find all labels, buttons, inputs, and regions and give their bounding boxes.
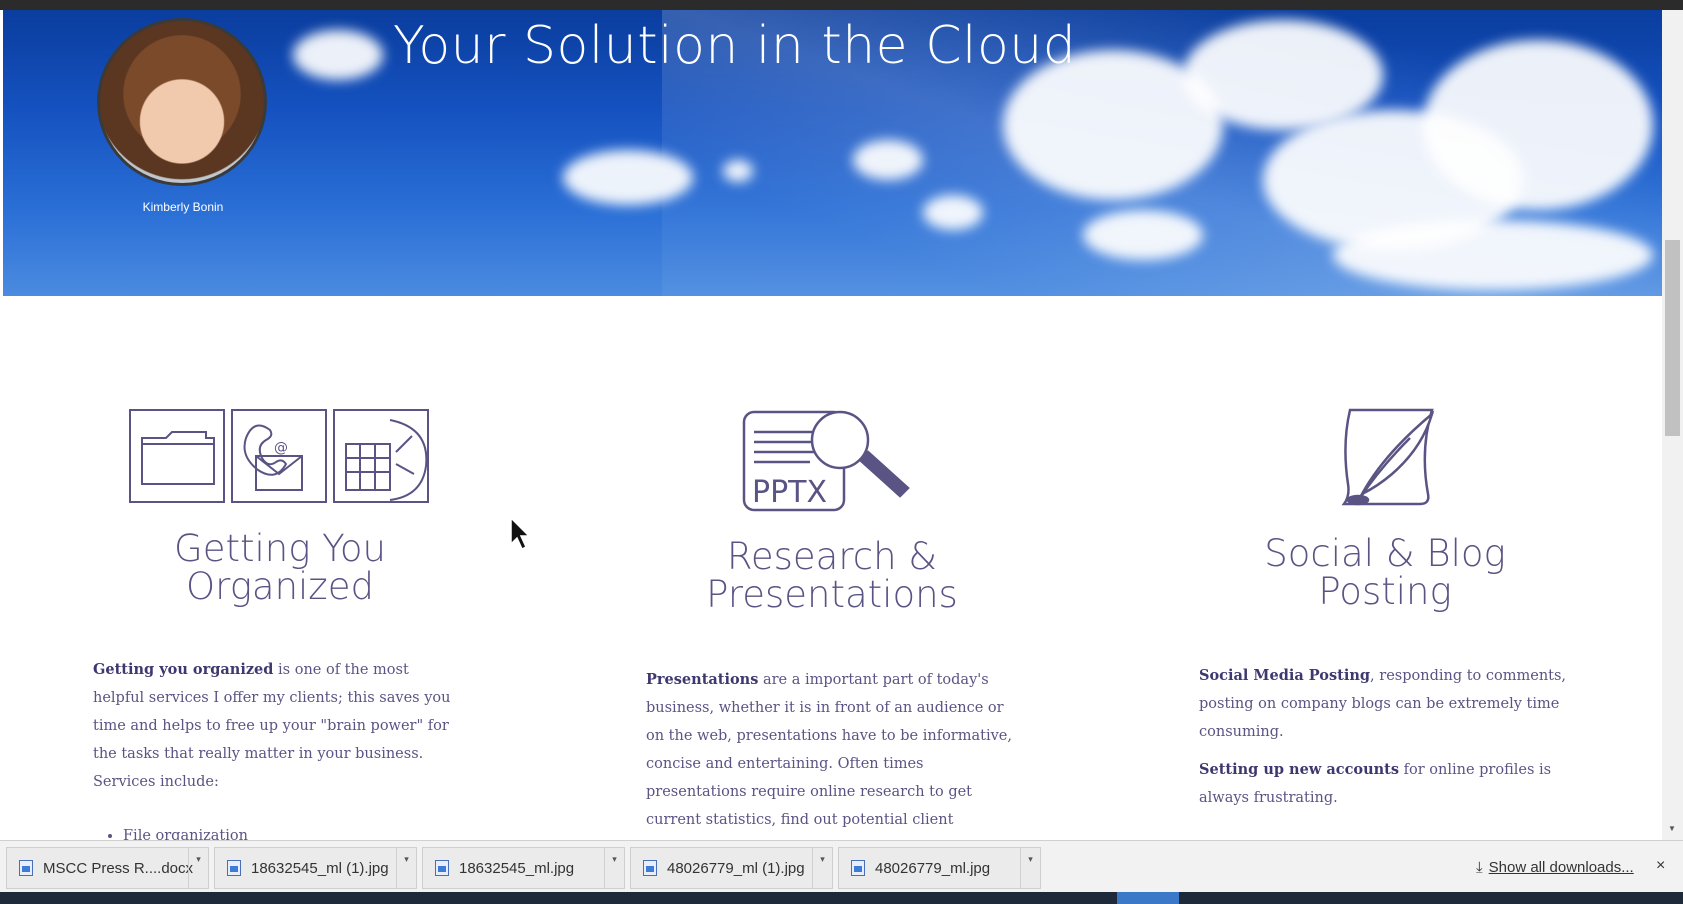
show-all-label: Show all downloads... <box>1488 859 1634 876</box>
browser-top-strip <box>0 0 1683 10</box>
image-file-icon <box>851 860 865 876</box>
download-filename: 48026779_ml (1).jpg <box>667 859 805 877</box>
paragraph-text: are a important part of today's business… <box>646 672 1012 856</box>
cloud <box>723 160 753 182</box>
download-filename: 18632545_ml.jpg <box>459 859 575 877</box>
taskbar-active-app[interactable] <box>1117 892 1179 904</box>
paragraph-lead: Getting you organized <box>93 661 274 678</box>
cloud <box>853 140 923 180</box>
download-item[interactable]: 48026779_ml (1).jpg ▾ <box>630 847 833 889</box>
scrollbar-thumb[interactable] <box>1665 240 1680 436</box>
show-all-downloads-link[interactable]: ⤓ Show all downloads... <box>1476 859 1634 876</box>
column-body: Getting you organized is one of the most… <box>93 656 463 850</box>
cloud <box>293 30 383 80</box>
pptx-magnifier-icon: PPTX <box>742 410 910 512</box>
folder-phone-calendar-icon: @ <box>129 409 429 503</box>
svg-text:@: @ <box>274 440 288 456</box>
os-taskbar <box>0 892 1683 904</box>
downloads-bar: MSCC Press R....docx ▾ 18632545_ml (1).j… <box>0 840 1683 892</box>
page-scrollbar[interactable]: ▼ <box>1662 10 1683 840</box>
cloud <box>923 195 983 230</box>
download-filename: 48026779_ml.jpg <box>875 859 991 877</box>
chevron-down-icon[interactable]: ▾ <box>604 848 624 888</box>
download-filename: MSCC Press R....docx <box>43 859 194 877</box>
download-item[interactable]: 18632545_ml (1).jpg ▾ <box>214 847 417 889</box>
download-item[interactable]: MSCC Press R....docx ▾ <box>6 847 209 889</box>
download-icon: ⤓ <box>1476 859 1483 876</box>
document-file-icon <box>19 860 33 876</box>
pptx-label: PPTX <box>752 475 827 510</box>
chevron-down-icon[interactable]: ▾ <box>812 848 832 888</box>
paragraph: Presentations are a important part of to… <box>646 666 1026 862</box>
chevron-down-icon[interactable]: ▾ <box>188 848 208 888</box>
hero-title: Your Solution in the Cloud <box>393 16 1077 76</box>
column-heading: Research & Presentations <box>706 535 958 616</box>
chevron-down-icon[interactable]: ▾ <box>396 848 416 888</box>
quill-scroll-icon <box>1341 408 1435 506</box>
cloud <box>563 150 693 205</box>
mouse-cursor-icon <box>510 517 531 551</box>
paragraph-text: is one of the most helpful services I of… <box>93 662 451 790</box>
avatar-name: Kimberly Bonin <box>142 200 224 214</box>
paragraph: Social Media Posting, responding to comm… <box>1199 662 1579 746</box>
image-file-icon <box>227 860 241 876</box>
image-file-icon <box>435 860 449 876</box>
scroll-down-arrow-icon[interactable]: ▼ <box>1668 824 1676 833</box>
download-filename: 18632545_ml (1).jpg <box>251 859 389 877</box>
column-heading: Getting You Organized <box>174 527 386 608</box>
download-item[interactable]: 18632545_ml.jpg ▾ <box>422 847 625 889</box>
avatar <box>97 18 267 186</box>
cloud <box>1333 220 1653 290</box>
download-item[interactable]: 48026779_ml.jpg ▾ <box>838 847 1041 889</box>
hero-banner: Your Solution in the Cloud Kimberly Boni… <box>3 10 1662 296</box>
cloud <box>1423 40 1653 210</box>
column-body: Social Media Posting, responding to comm… <box>1199 662 1579 822</box>
paragraph-lead: Social Media Posting <box>1199 667 1371 684</box>
paragraph-lead: Presentations <box>646 671 759 688</box>
cloud <box>1083 210 1203 260</box>
close-icon[interactable]: × <box>1656 857 1665 875</box>
paragraph: Getting you organized is one of the most… <box>93 656 463 796</box>
paragraph-lead: Setting up new accounts <box>1199 761 1400 778</box>
column-heading: Social & Blog Posting <box>1264 532 1506 613</box>
image-file-icon <box>643 860 657 876</box>
paragraph: Setting up new accounts for online profi… <box>1199 756 1579 812</box>
chevron-down-icon[interactable]: ▾ <box>1020 848 1040 888</box>
